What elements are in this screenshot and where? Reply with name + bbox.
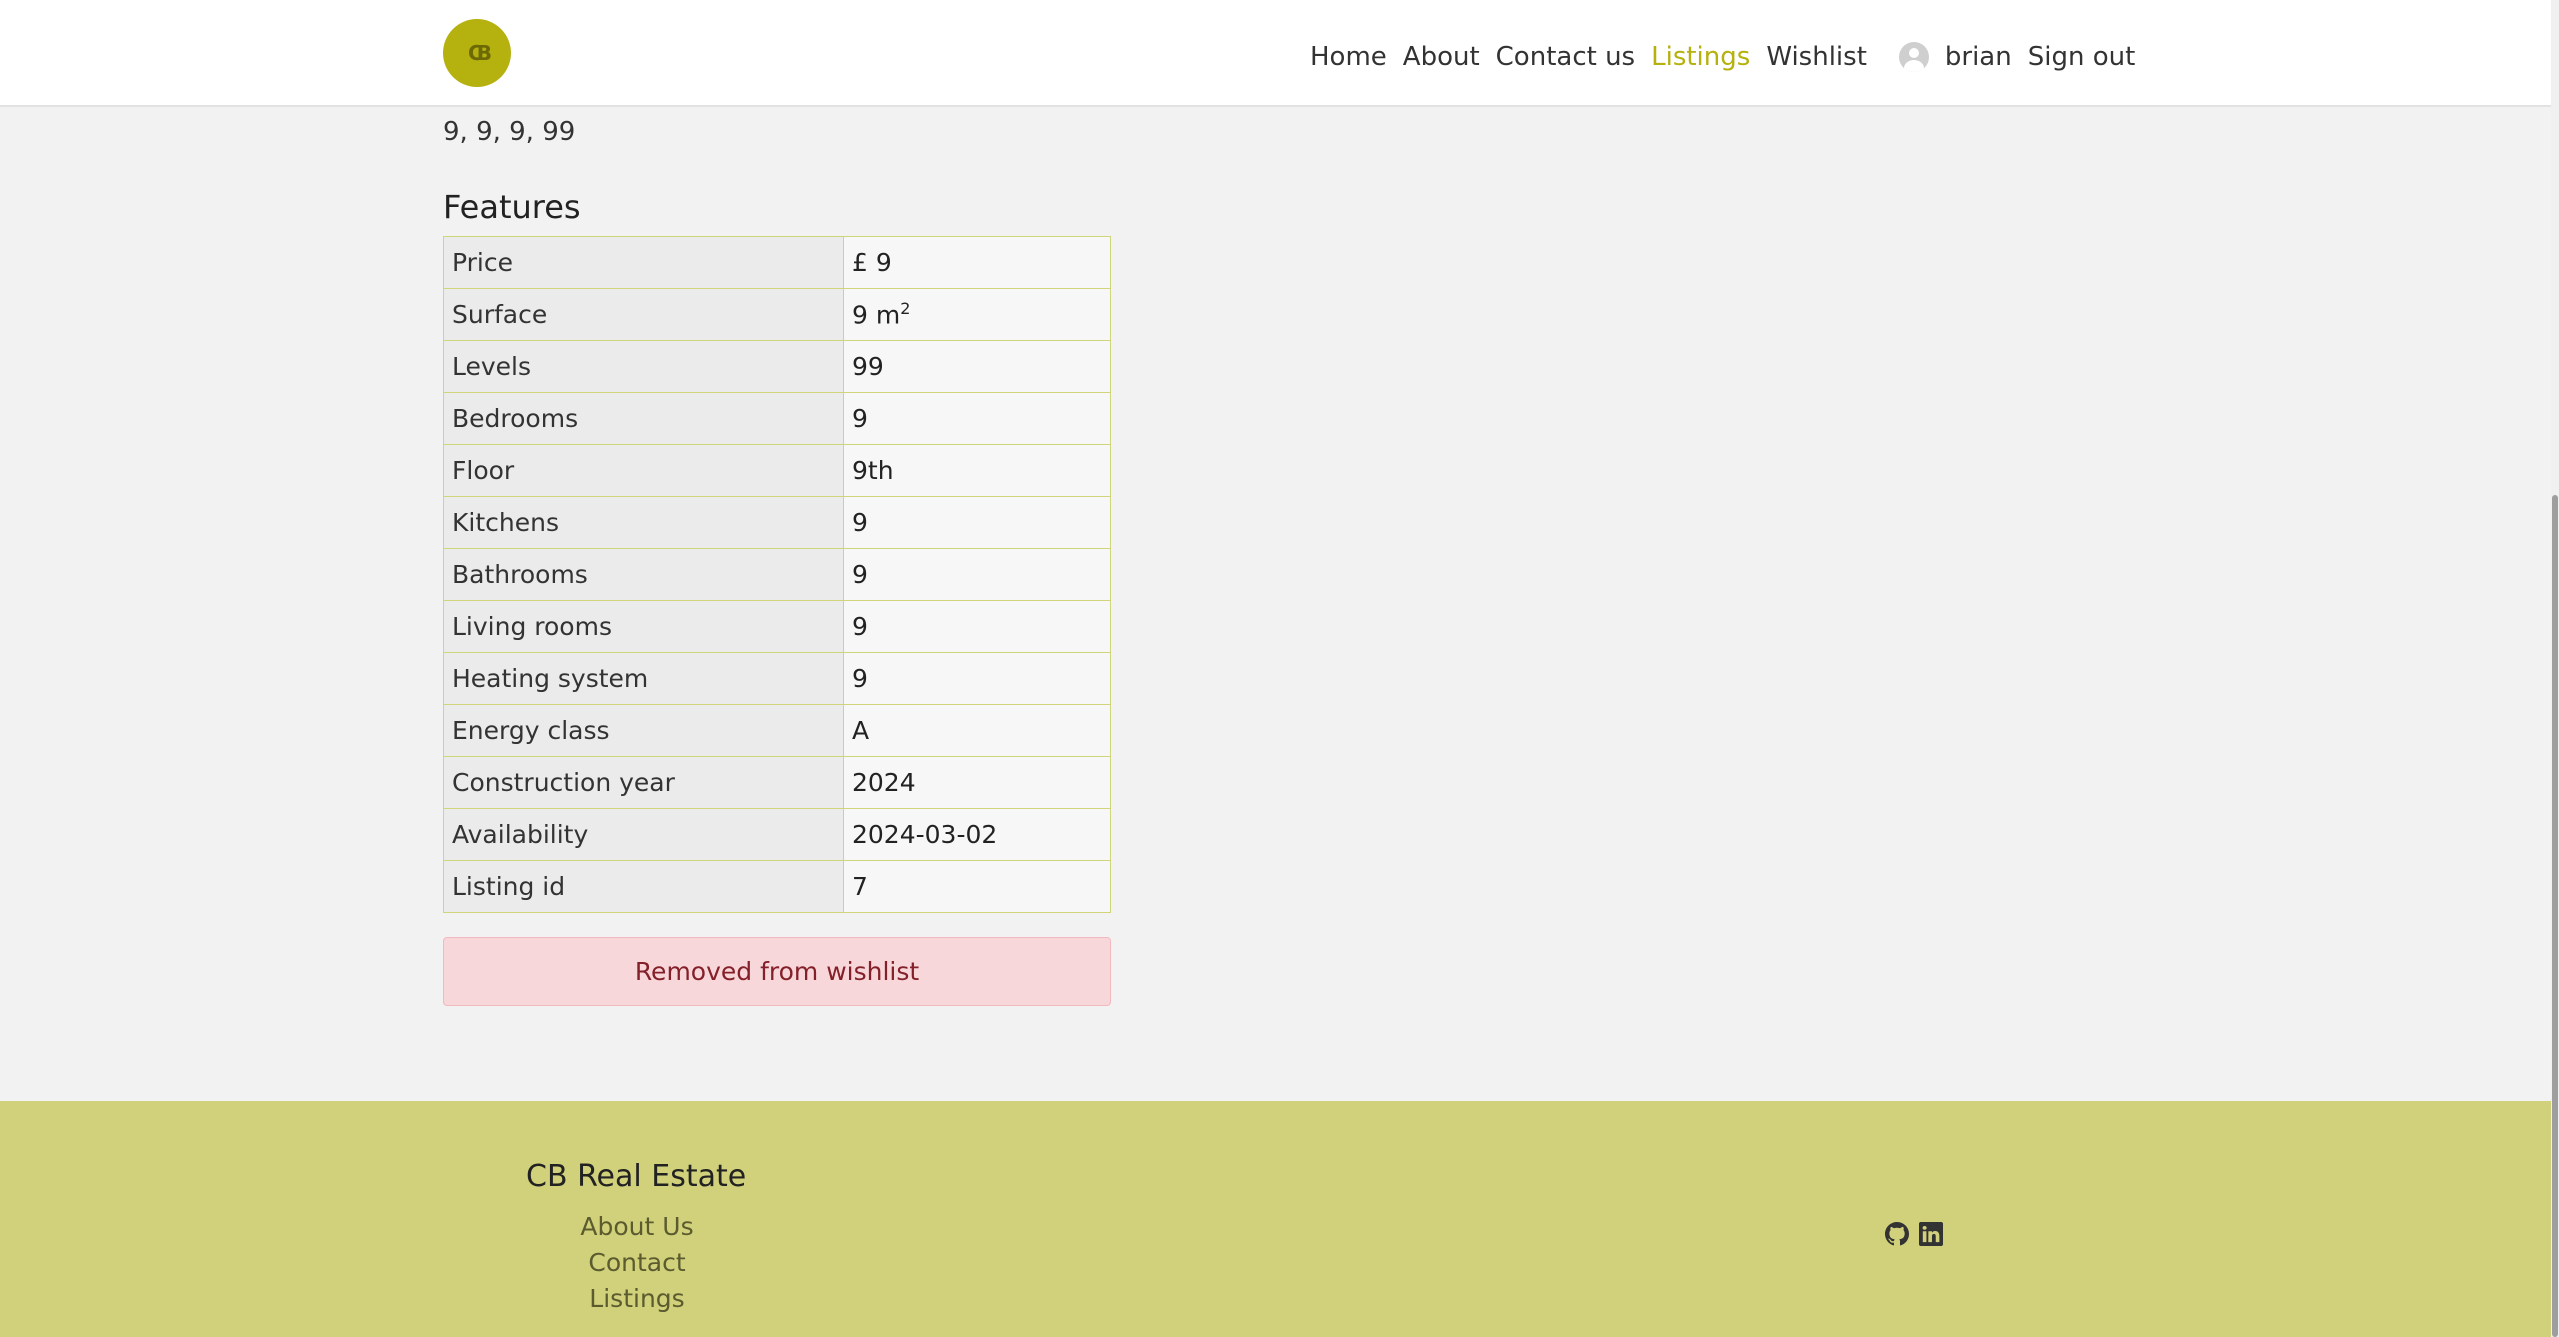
feature-label: Living rooms	[443, 600, 844, 653]
nav-home[interactable]: Home	[1310, 42, 1387, 72]
features-table: Price £ 9 Surface 9 m2 Levels 99 Bedroom…	[443, 236, 1111, 913]
table-row: Bedrooms 9	[443, 392, 1111, 445]
feature-value: A	[843, 704, 1111, 757]
feature-value: 9	[843, 392, 1111, 445]
feature-label: Availability	[443, 808, 844, 861]
nav-wishlist[interactable]: Wishlist	[1766, 42, 1867, 72]
feature-label: Construction year	[443, 756, 844, 809]
nav-listings[interactable]: Listings	[1651, 42, 1750, 72]
table-row: Heating system 9	[443, 652, 1111, 705]
listing-address: 9, 9, 9, 99	[443, 117, 576, 147]
features-heading: Features	[443, 188, 581, 226]
feature-label: Price	[443, 236, 844, 289]
social-links	[1885, 1222, 1943, 1246]
feature-value: £ 9	[843, 236, 1111, 289]
table-row: Living rooms 9	[443, 600, 1111, 653]
feature-label: Surface	[443, 288, 844, 341]
table-row: Price £ 9	[443, 236, 1111, 289]
feature-value: 2024	[843, 756, 1111, 809]
feature-value: 9th	[843, 444, 1111, 497]
table-row: Surface 9 m2	[443, 288, 1111, 341]
feature-value: 7	[843, 860, 1111, 913]
surface-unit-exponent: 2	[900, 299, 911, 319]
feature-value: 9 m2	[843, 288, 1111, 341]
site-header: CB Home About Contact us Listings Wishli…	[0, 0, 2551, 107]
feature-label: Heating system	[443, 652, 844, 705]
feature-value: 2024-03-02	[843, 808, 1111, 861]
feature-label: Bedrooms	[443, 392, 844, 445]
table-row: Energy class A	[443, 704, 1111, 757]
feature-label: Energy class	[443, 704, 844, 757]
table-row: Construction year 2024	[443, 756, 1111, 809]
site-footer: CB Real Estate About Us Contact Listings	[0, 1101, 2551, 1337]
github-icon[interactable]	[1885, 1222, 1909, 1246]
table-row: Floor 9th	[443, 444, 1111, 497]
feature-value: 9	[843, 652, 1111, 705]
footer-link-listings[interactable]: Listings	[526, 1281, 748, 1317]
nav-about[interactable]: About	[1403, 42, 1480, 72]
footer-brand: CB Real Estate	[526, 1159, 747, 1194]
feature-label: Floor	[443, 444, 844, 497]
linkedin-icon[interactable]	[1919, 1222, 1943, 1246]
feature-value: 9	[843, 496, 1111, 549]
surface-value: 9 m	[852, 300, 901, 330]
table-row: Listing id 7	[443, 860, 1111, 913]
page-scrollbar[interactable]	[2551, 0, 2559, 1337]
table-row: Levels 99	[443, 340, 1111, 393]
table-row: Kitchens 9	[443, 496, 1111, 549]
feature-label: Kitchens	[443, 496, 844, 549]
feature-value: 9	[843, 548, 1111, 601]
username-link[interactable]: brian	[1945, 42, 2012, 72]
logo[interactable]: CB	[443, 19, 511, 87]
feature-label: Bathrooms	[443, 548, 844, 601]
feature-label: Listing id	[443, 860, 844, 913]
table-row: Availability 2024-03-02	[443, 808, 1111, 861]
footer-link-contact[interactable]: Contact	[526, 1245, 748, 1281]
wishlist-status-alert: Removed from wishlist	[443, 937, 1111, 1006]
user-avatar-icon[interactable]	[1898, 42, 1929, 72]
footer-links: About Us Contact Listings	[526, 1209, 748, 1317]
main-nav: Home About Contact us Listings Wishlist …	[1310, 42, 2151, 72]
sign-out-link[interactable]: Sign out	[2028, 42, 2136, 72]
feature-value: 9	[843, 600, 1111, 653]
nav-contact[interactable]: Contact us	[1496, 42, 1635, 72]
feature-label: Levels	[443, 340, 844, 393]
feature-value: 99	[843, 340, 1111, 393]
scrollbar-thumb[interactable]	[2552, 495, 2558, 1337]
footer-link-about[interactable]: About Us	[526, 1209, 748, 1245]
table-row: Bathrooms 9	[443, 548, 1111, 601]
